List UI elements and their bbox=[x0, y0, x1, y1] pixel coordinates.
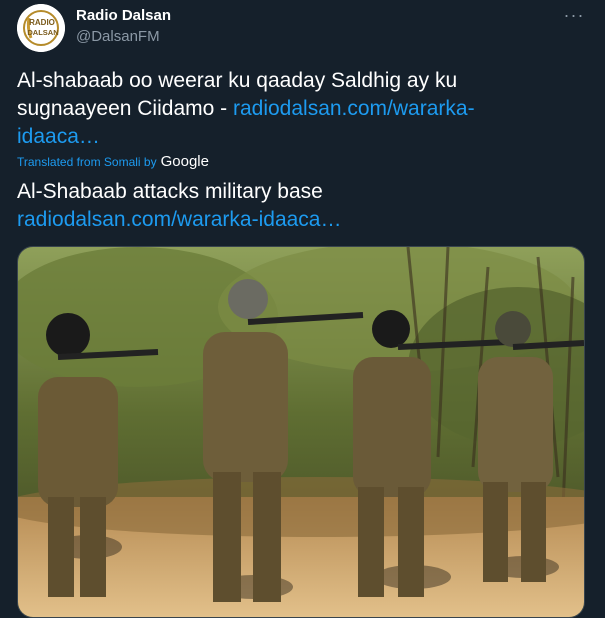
photo-soldiers-image bbox=[18, 247, 584, 617]
translated-text: Al-Shabaab attacks military base bbox=[17, 180, 323, 203]
original-link-part1[interactable]: radiodalsan.com/wararka- bbox=[233, 97, 475, 120]
user-handle[interactable]: @DalsanFM bbox=[76, 28, 160, 46]
tweet-photo[interactable] bbox=[17, 246, 585, 618]
svg-text:RADIO: RADIO bbox=[29, 18, 55, 27]
tweet-translated-text: Al-Shabaab attacks military base radioda… bbox=[17, 178, 592, 234]
tweet-card[interactable]: RADIO DALSAN Radio Dalsan @DalsanFM ··· … bbox=[0, 0, 605, 618]
translated-from-label: Translated from Somali by bbox=[17, 155, 157, 169]
avatar[interactable]: RADIO DALSAN bbox=[17, 4, 65, 52]
more-options-icon[interactable]: ··· bbox=[560, 6, 588, 28]
original-text-line2: sugnaayeen Ciidamo - radiodalsan.com/war… bbox=[17, 95, 592, 123]
translated-link[interactable]: radiodalsan.com/wararka-idaaca… bbox=[17, 206, 592, 234]
svg-text:DALSAN: DALSAN bbox=[27, 28, 58, 37]
tweet-original-text: Al-shabaab oo weerar ku qaaday Saldhig a… bbox=[17, 67, 592, 151]
google-logo: Google bbox=[160, 153, 209, 170]
display-name[interactable]: Radio Dalsan bbox=[76, 7, 171, 25]
original-link-part2[interactable]: idaaca… bbox=[17, 123, 592, 151]
radio-dalsan-logo-icon: RADIO DALSAN bbox=[17, 4, 65, 52]
original-text-prefix: sugnaayeen Ciidamo - bbox=[17, 97, 233, 120]
translation-attribution[interactable]: Translated from Somali by Google bbox=[17, 154, 209, 170]
original-text-line1: Al-shabaab oo weerar ku qaaday Saldhig a… bbox=[17, 69, 458, 92]
